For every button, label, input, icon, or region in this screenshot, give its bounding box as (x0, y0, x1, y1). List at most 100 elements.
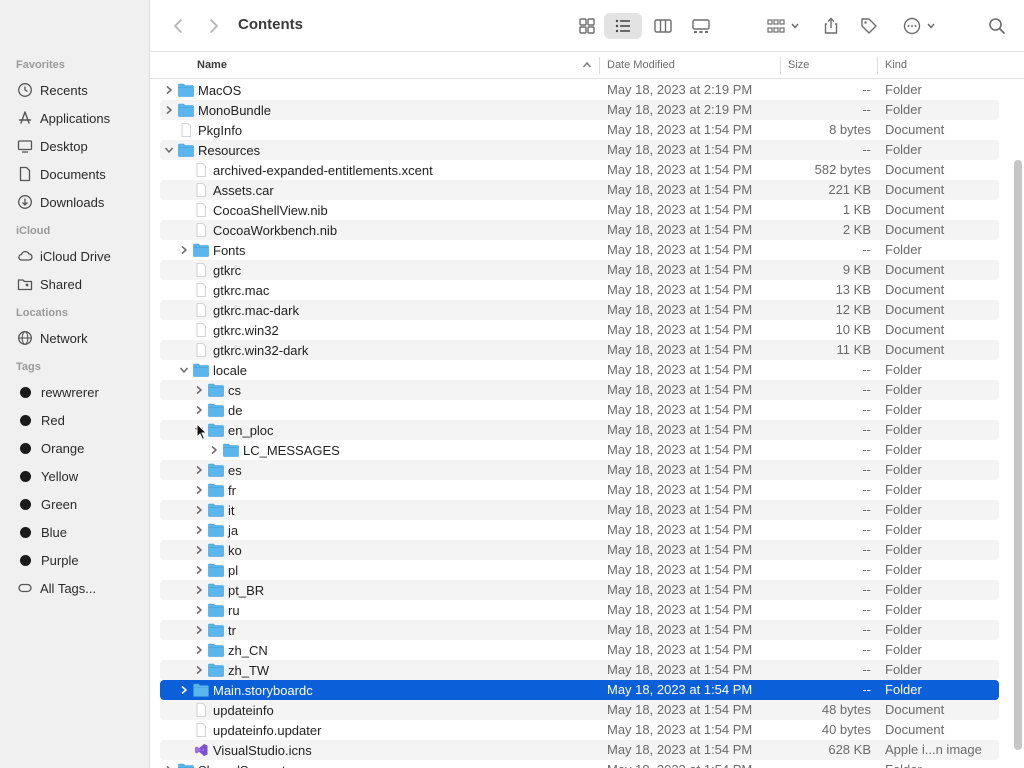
share-button[interactable] (818, 13, 844, 39)
disclosure-collapsed-icon[interactable] (193, 380, 205, 400)
file-kind: Folder (885, 242, 922, 257)
file-row[interactable]: fr May 18, 2023 at 1:54 PM -- Folder (160, 480, 999, 500)
file-row[interactable]: SharedSupport May 18, 2023 at 1:54 PM -- Fo… (160, 760, 999, 768)
file-row[interactable]: ko May 18, 2023 at 1:54 PM -- Folder (160, 540, 999, 560)
file-row[interactable]: Resources May 18, 2023 at 1:54 PM -- Folder (160, 140, 999, 160)
disclosure-collapsed-icon[interactable] (163, 760, 175, 768)
gallery-view-button[interactable] (688, 13, 714, 39)
date-modified: May 18, 2023 at 2:19 PM (607, 82, 753, 97)
search-button[interactable] (984, 13, 1010, 39)
disclosure-collapsed-icon[interactable] (193, 640, 205, 660)
disclosure-collapsed-icon[interactable] (163, 100, 175, 120)
sidebar-item-icloud-drive[interactable]: iCloud Drive (0, 242, 149, 270)
file-size: 8 bytes (829, 122, 871, 137)
file-row[interactable]: zh_TW May 18, 2023 at 1:54 PM -- Folder (160, 660, 999, 680)
file-row[interactable]: cs May 18, 2023 at 1:54 PM -- Folder (160, 380, 999, 400)
back-button[interactable] (166, 14, 190, 38)
file-row[interactable]: CocoaWorkbench.nib May 18, 2023 at 1:54 P… (160, 220, 999, 240)
disclosure-collapsed-icon[interactable] (193, 460, 205, 480)
date-modified: May 18, 2023 at 1:54 PM (607, 622, 753, 637)
file-row[interactable]: zh_CN May 18, 2023 at 1:54 PM -- Folder (160, 640, 999, 660)
list-view-button[interactable] (604, 13, 642, 39)
file-row[interactable]: PkgInfo May 18, 2023 at 1:54 PM 8 bytes Doc… (160, 120, 999, 140)
file-row[interactable]: pt_BR May 18, 2023 at 1:54 PM -- Folder (160, 580, 999, 600)
file-row[interactable]: VisualStudio.icns May 18, 2023 at 1:54 PM… (160, 740, 999, 760)
file-row[interactable]: it May 18, 2023 at 1:54 PM -- Folder (160, 500, 999, 520)
sidebar-item-all-tags[interactable]: All Tags... (0, 574, 149, 602)
file-row[interactable]: MonoBundle May 18, 2023 at 2:19 PM -- Folde… (160, 100, 999, 120)
disclosure-expanded-icon[interactable] (163, 140, 175, 160)
group-by-button[interactable] (762, 13, 804, 39)
column-kind-header[interactable]: Kind (885, 52, 907, 79)
disclosure-collapsed-icon[interactable] (193, 540, 205, 560)
column-date-header[interactable]: Date Modified (607, 52, 675, 79)
vertical-scrollbar[interactable] (1014, 160, 1022, 750)
sidebar-item-shared[interactable]: Shared (0, 270, 149, 298)
column-view-button[interactable] (650, 13, 676, 39)
file-row[interactable]: gtkrc.mac-dark May 18, 2023 at 1:54 PM 12 … (160, 300, 999, 320)
tag-dot-icon (20, 526, 31, 538)
file-row[interactable]: en_ploc May 18, 2023 at 1:54 PM -- Folder (160, 420, 999, 440)
file-row[interactable]: MacOS May 18, 2023 at 2:19 PM -- Folder (160, 80, 999, 100)
sidebar-item-rewwrerer[interactable]: rewwrerer (0, 378, 149, 406)
sidebar-item-recents[interactable]: Recents (0, 76, 149, 104)
disclosure-collapsed-icon[interactable] (178, 240, 190, 260)
file-row[interactable]: CocoaShellView.nib May 18, 2023 at 1:54 P… (160, 200, 999, 220)
file-row[interactable]: locale May 18, 2023 at 1:54 PM -- Folder (160, 360, 999, 380)
disclosure-collapsed-icon[interactable] (193, 620, 205, 640)
disclosure-collapsed-icon[interactable] (193, 660, 205, 680)
file-row[interactable]: gtkrc.win32-dark May 18, 2023 at 1:54 PM 1… (160, 340, 999, 360)
disclosure-collapsed-icon[interactable] (178, 680, 190, 700)
sidebar-item-blue[interactable]: Blue (0, 518, 149, 546)
file-row[interactable]: LC_MESSAGES May 18, 2023 at 1:54 PM -- Fold… (160, 440, 999, 460)
downloads-icon (16, 193, 34, 211)
sidebar-item-documents[interactable]: Documents (0, 160, 149, 188)
sidebar-item-yellow[interactable]: Yellow (0, 462, 149, 490)
file-name: Resources (198, 142, 261, 158)
file-row[interactable]: archived-expanded-entitlements.xcent May … (160, 160, 999, 180)
disclosure-collapsed-icon[interactable] (193, 500, 205, 520)
file-row[interactable]: Fonts May 18, 2023 at 1:54 PM -- Folder (160, 240, 999, 260)
file-row[interactable]: es May 18, 2023 at 1:54 PM -- Folder (160, 460, 999, 480)
file-row[interactable]: updateinfo.updater May 18, 2023 at 1:54 P… (160, 720, 999, 740)
icon-view-button[interactable] (574, 13, 600, 39)
disclosure-collapsed-icon[interactable] (193, 580, 205, 600)
file-row[interactable]: Main.storyboardc May 18, 2023 at 1:54 PM -… (160, 680, 999, 700)
sidebar-item-applications[interactable]: Applications (0, 104, 149, 132)
file-row[interactable]: gtkrc.win32 May 18, 2023 at 1:54 PM 10 KB D… (160, 320, 999, 340)
file-row[interactable]: Assets.car May 18, 2023 at 1:54 PM 221 KB D… (160, 180, 999, 200)
sidebar-item-downloads[interactable]: Downloads (0, 188, 149, 216)
file-row[interactable]: de May 18, 2023 at 1:54 PM -- Folder (160, 400, 999, 420)
disclosure-collapsed-icon[interactable] (163, 80, 175, 100)
file-row[interactable]: gtkrc May 18, 2023 at 1:54 PM 9 KB Document (160, 260, 999, 280)
tags-button[interactable] (856, 13, 882, 39)
file-row[interactable]: updateinfo May 18, 2023 at 1:54 PM 48 byte… (160, 700, 999, 720)
disclosure-collapsed-icon[interactable] (193, 520, 205, 540)
column-name-header[interactable]: Name (197, 52, 227, 79)
more-actions-button[interactable] (898, 13, 940, 39)
file-row[interactable]: tr May 18, 2023 at 1:54 PM -- Folder (160, 620, 999, 640)
file-row[interactable]: ja May 18, 2023 at 1:54 PM -- Folder (160, 520, 999, 540)
file-kind: Folder (885, 442, 922, 457)
disclosure-collapsed-icon[interactable] (208, 440, 220, 460)
sidebar-item-red[interactable]: Red (0, 406, 149, 434)
sidebar-item-desktop[interactable]: Desktop (0, 132, 149, 160)
sidebar-item-orange[interactable]: Orange (0, 434, 149, 462)
disclosure-collapsed-icon[interactable] (193, 400, 205, 420)
disclosure-collapsed-icon[interactable] (193, 600, 205, 620)
forward-button[interactable] (202, 14, 226, 38)
sidebar-item-purple[interactable]: Purple (0, 546, 149, 574)
file-size: 2 KB (842, 222, 871, 237)
file-row[interactable]: ru May 18, 2023 at 1:54 PM -- Folder (160, 600, 999, 620)
sidebar-item-label: Downloads (40, 194, 105, 210)
date-modified: May 18, 2023 at 1:54 PM (607, 662, 753, 677)
sidebar-item-network[interactable]: Network (0, 324, 149, 352)
file-row[interactable]: gtkrc.mac May 18, 2023 at 1:54 PM 13 KB Doc… (160, 280, 999, 300)
disclosure-collapsed-icon[interactable] (193, 560, 205, 580)
sidebar-item-label: Green (41, 496, 78, 512)
file-row[interactable]: pl May 18, 2023 at 1:54 PM -- Folder (160, 560, 999, 580)
disclosure-expanded-icon[interactable] (178, 360, 190, 380)
column-size-header[interactable]: Size (788, 52, 809, 79)
sidebar-item-green[interactable]: Green (0, 490, 149, 518)
disclosure-collapsed-icon[interactable] (193, 480, 205, 500)
